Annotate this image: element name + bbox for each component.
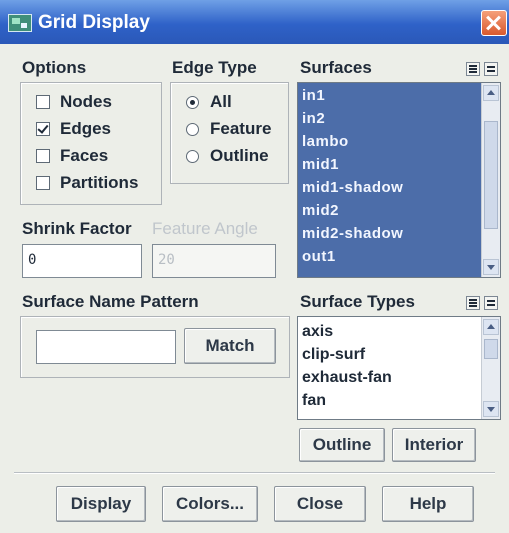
nodes-label: Nodes [60,92,112,111]
surface-types-list[interactable]: axis clip-surf exhaust-fan fan [297,316,501,420]
surface-item[interactable]: out1 [302,248,336,265]
surfaces-list[interactable]: in1 in2 lambo mid1 mid1-shadow mid2 mid2… [297,82,501,278]
surface-type-item[interactable]: axis [302,323,333,341]
surfaces-label: Surfaces [300,58,372,77]
surface-item[interactable]: mid2-shadow [302,225,403,242]
surface-name-pattern-label: Surface Name Pattern [22,292,199,311]
surface-item[interactable]: mid2 [302,202,339,219]
nodes-checkbox[interactable] [36,95,50,109]
close-button[interactable]: Close [274,486,366,522]
surface-item[interactable]: in2 [302,110,325,127]
title-bar[interactable]: Grid Display [0,0,509,44]
surface-item[interactable]: mid1 [302,156,339,173]
surface-name-pattern-input[interactable] [36,330,176,364]
edge-type-label: Edge Type [172,58,257,77]
surface-type-item[interactable]: clip-surf [302,346,365,364]
edge-outline-radio[interactable] [186,150,199,163]
feature-angle-input: 20 [152,244,276,278]
select-all-icon[interactable] [466,62,480,76]
feature-angle-label: Feature Angle [152,219,258,238]
edge-outline-label: Outline [210,146,269,165]
colors-button[interactable]: Colors... [162,486,258,522]
edges-checkbox[interactable] [36,122,50,136]
footer-divider [14,472,495,474]
surfaces-scrollbar[interactable] [481,83,500,277]
faces-checkbox[interactable] [36,149,50,163]
close-window-button[interactable] [481,10,507,36]
edge-all-label: All [210,92,232,111]
deselect-all-types-icon[interactable] [484,296,498,310]
surface-types-scrollbar[interactable] [481,317,500,419]
interior-button[interactable]: Interior [392,428,476,462]
edge-all-radio[interactable] [186,96,199,109]
surface-type-item[interactable]: fan [302,392,326,410]
outline-button[interactable]: Outline [299,428,385,462]
shrink-factor-label: Shrink Factor [22,219,132,238]
scroll-thumb[interactable] [484,121,498,229]
edges-label: Edges [60,119,112,138]
types-scroll-down-icon[interactable] [483,401,499,417]
faces-label: Faces [60,146,109,165]
shrink-factor-input[interactable]: 0 [22,244,142,278]
grid-display-dialog: Grid Display Options Nodes Edges Faces P… [0,0,509,533]
surface-item[interactable]: mid1-shadow [302,179,403,196]
options-label: Options [22,58,87,77]
surface-types-label: Surface Types [300,292,415,311]
help-button[interactable]: Help [382,486,474,522]
window-title: Grid Display [38,12,150,33]
partitions-label: Partitions [60,173,139,192]
scroll-up-icon[interactable] [483,85,499,101]
surface-item[interactable]: in1 [302,87,325,104]
select-all-types-icon[interactable] [466,296,480,310]
edge-feature-label: Feature [210,119,272,138]
display-button[interactable]: Display [56,486,146,522]
match-button[interactable]: Match [184,328,276,364]
surface-type-item[interactable]: exhaust-fan [302,369,392,387]
partitions-checkbox[interactable] [36,176,50,190]
surface-item[interactable]: lambo [302,133,349,150]
types-scroll-up-icon[interactable] [483,319,499,335]
edge-feature-radio[interactable] [186,123,199,136]
app-icon [8,14,32,32]
deselect-all-icon[interactable] [484,62,498,76]
types-scroll-thumb[interactable] [484,339,498,359]
scroll-down-icon[interactable] [483,259,499,275]
